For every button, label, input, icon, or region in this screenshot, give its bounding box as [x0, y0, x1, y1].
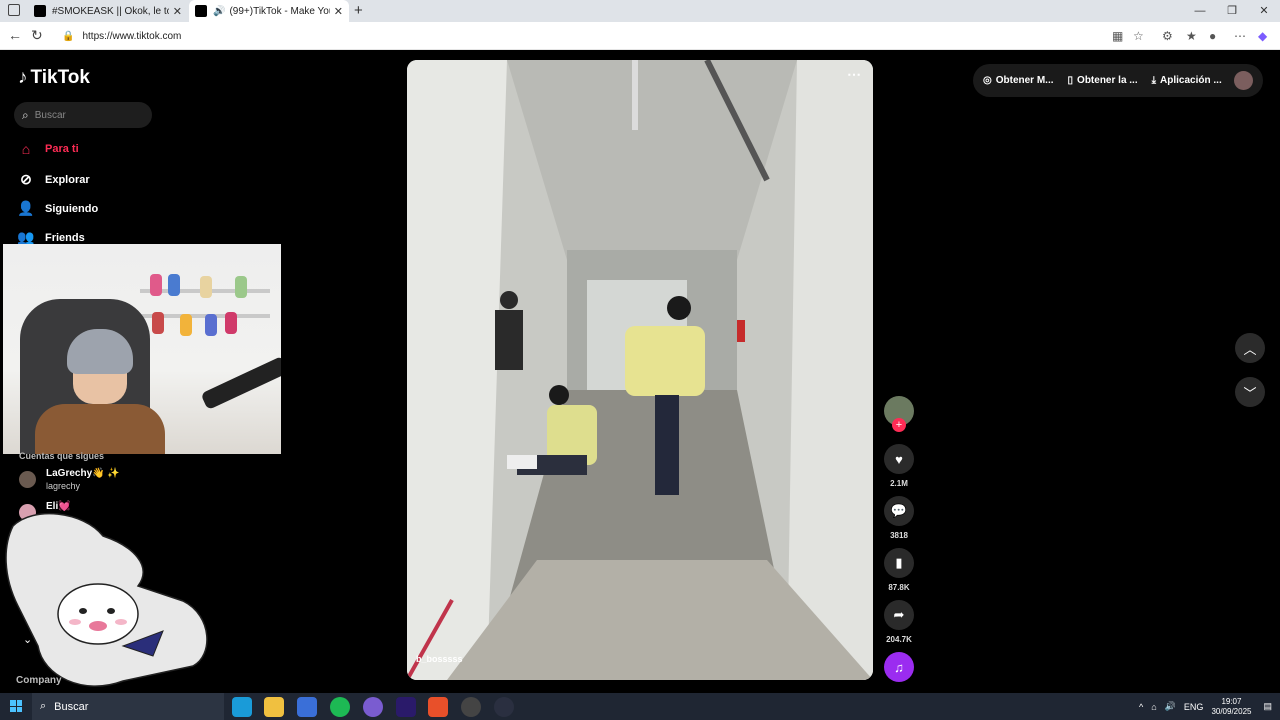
window-controls: — ❐ ✕: [1184, 0, 1280, 22]
taskbar-search[interactable]: ⌕ Buscar: [32, 693, 224, 720]
footer-company-link[interactable]: Company: [16, 675, 62, 686]
tiktok-page: ♪ TikTok ⌕ ⌂ Para ti ⊘ Explorar 👤 Siguie…: [3, 51, 1277, 690]
followed-account-item[interactable]: LaGrechy👋 ✨ lagrechy: [19, 468, 120, 491]
share-icon: ➦: [884, 600, 914, 630]
save-button[interactable]: ▮ 87.8K: [881, 548, 917, 592]
back-icon[interactable]: ←: [8, 27, 22, 43]
tiktok-favicon-icon: [34, 5, 46, 17]
comment-button[interactable]: 💬 3818: [881, 496, 917, 540]
tab-title: #SMOKEASK || Okok, le tocó al fu: [52, 5, 169, 17]
address-bar: ← ↻ 🔒 https://www.tiktok.com ▦ ☆ ⚙ ★ ● ⋯…: [0, 22, 1280, 50]
tab-actions-icon[interactable]: [8, 4, 20, 16]
app-icon[interactable]: [494, 697, 514, 717]
browser-tabbar: #SMOKEASK || Okok, le tocó al fu ✕ 🔊 (99…: [0, 0, 1280, 22]
volume-icon[interactable]: 🔊: [1165, 701, 1176, 712]
bookmark-icon: ▮: [884, 548, 914, 578]
premiere-icon[interactable]: [396, 697, 416, 717]
top-right-actions: ◎ Obtener M... ▯ Obtener la ... ⤓ Aplica…: [973, 64, 1263, 97]
new-tab-button[interactable]: +: [354, 2, 363, 19]
speaker-icon[interactable]: 🔊: [213, 6, 225, 17]
copilot-icon[interactable]: ◆: [1258, 29, 1267, 43]
app-view-icon[interactable]: ▦: [1112, 29, 1123, 43]
extensions-icon[interactable]: ⚙: [1162, 29, 1173, 43]
follow-plus-icon[interactable]: +: [892, 418, 906, 432]
nav-explore[interactable]: ⊘ Explorar: [17, 171, 90, 188]
music-note-icon: ♫: [884, 652, 914, 682]
search-bar[interactable]: ⌕: [14, 102, 152, 128]
streamer: [35, 329, 165, 454]
search-input[interactable]: [34, 109, 135, 121]
network-icon[interactable]: ⌂: [1151, 702, 1156, 712]
windows-taskbar: ⌕ Buscar ^ ⌂ 🔊 ENG 19:07 30/09/2025 ▤: [0, 693, 1280, 720]
spotify-icon[interactable]: [330, 697, 350, 717]
brave-icon[interactable]: [428, 697, 448, 717]
store-icon[interactable]: [297, 697, 317, 717]
desktop-app-link[interactable]: ⤓ Aplicación ...: [1152, 75, 1222, 86]
person-icon: 👤: [17, 200, 35, 216]
favorite-star-icon[interactable]: ☆: [1133, 29, 1144, 43]
tiktok-favicon-icon: [195, 5, 207, 17]
video-author[interactable]: b_bosssss: [416, 654, 463, 664]
chevron-up-icon: ︿: [1243, 341, 1257, 357]
cartoon-overlay: [5, 513, 208, 687]
browser-tab-2[interactable]: 🔊 (99+)TikTok - Make Your Day ✕: [189, 0, 349, 22]
edge-icon[interactable]: [232, 697, 252, 717]
windows-start-icon[interactable]: [10, 700, 22, 712]
system-tray: ^ ⌂ 🔊 ENG 19:07 30/09/2025 ▤: [1139, 693, 1280, 720]
tray-overflow-icon[interactable]: ^: [1139, 702, 1143, 712]
obs-icon[interactable]: [461, 697, 481, 717]
search-icon: ⌕: [40, 700, 47, 712]
tiktok-note-icon: ♪: [18, 67, 28, 88]
chevron-down-icon: ﹀: [1243, 385, 1257, 401]
nav-following[interactable]: 👤 Siguiendo: [17, 200, 98, 217]
download-icon: ⤓: [1151, 75, 1157, 86]
url-field[interactable]: 🔒 https://www.tiktok.com: [54, 25, 1128, 47]
comment-icon: 💬: [884, 496, 914, 526]
webcam-overlay: [3, 244, 281, 454]
close-tab-icon[interactable]: ✕: [173, 5, 182, 18]
avatar: [19, 471, 36, 488]
close-window-icon[interactable]: ✕: [1248, 0, 1280, 22]
video-frame: [407, 60, 873, 680]
lock-icon[interactable]: 🔒: [62, 31, 74, 42]
favorites-icon[interactable]: ★: [1186, 29, 1197, 43]
minimize-icon[interactable]: —: [1184, 0, 1216, 22]
more-menu-icon[interactable]: ⋯: [1234, 29, 1246, 43]
tiktok-logo[interactable]: ♪ TikTok: [18, 67, 90, 89]
search-icon: ⌕: [22, 107, 29, 122]
file-explorer-icon[interactable]: [264, 697, 284, 717]
video-player[interactable]: ⋯ b_bosssss: [407, 60, 873, 680]
profile-icon[interactable]: ●: [1209, 29, 1216, 43]
more-options-icon[interactable]: ⋯: [847, 66, 861, 83]
refresh-icon[interactable]: ↻: [31, 27, 43, 44]
url-text: https://www.tiktok.com: [82, 30, 182, 42]
get-coins-link[interactable]: ◎ Obtener M...: [983, 75, 1054, 86]
get-app-link[interactable]: ▯ Obtener la ...: [1068, 75, 1138, 86]
nav-for-you[interactable]: ⌂ Para ti: [17, 141, 79, 157]
browser-tab-1[interactable]: #SMOKEASK || Okok, le tocó al fu ✕: [28, 0, 188, 22]
discord-icon[interactable]: [363, 697, 383, 717]
compass-icon: ⊘: [20, 171, 32, 187]
like-button[interactable]: ♥ 2.1M: [881, 444, 917, 488]
notifications-icon[interactable]: ▤: [1263, 701, 1272, 712]
chevron-down-icon[interactable]: ⌄: [23, 633, 32, 646]
phone-icon: ▯: [1067, 75, 1074, 86]
tab-title: (99+)TikTok - Make Your Day: [229, 5, 329, 17]
user-avatar[interactable]: [1234, 71, 1253, 90]
close-tab-icon[interactable]: ✕: [334, 5, 343, 18]
language-indicator[interactable]: ENG: [1184, 702, 1204, 712]
next-video-button[interactable]: ﹀: [1235, 377, 1265, 407]
following-accounts-label: Cuentas que sigues: [19, 451, 105, 461]
heart-icon: ♥: [884, 444, 914, 474]
share-button[interactable]: ➦ 204.7K: [881, 600, 917, 644]
creator-avatar-button[interactable]: +: [881, 396, 917, 432]
clock[interactable]: 19:07 30/09/2025: [1211, 697, 1251, 717]
restore-icon[interactable]: ❐: [1216, 0, 1248, 22]
coin-icon: ◎: [983, 75, 992, 86]
music-disc-button[interactable]: ♫: [881, 652, 917, 682]
home-icon: ⌂: [21, 141, 31, 157]
previous-video-button[interactable]: ︿: [1235, 333, 1265, 363]
